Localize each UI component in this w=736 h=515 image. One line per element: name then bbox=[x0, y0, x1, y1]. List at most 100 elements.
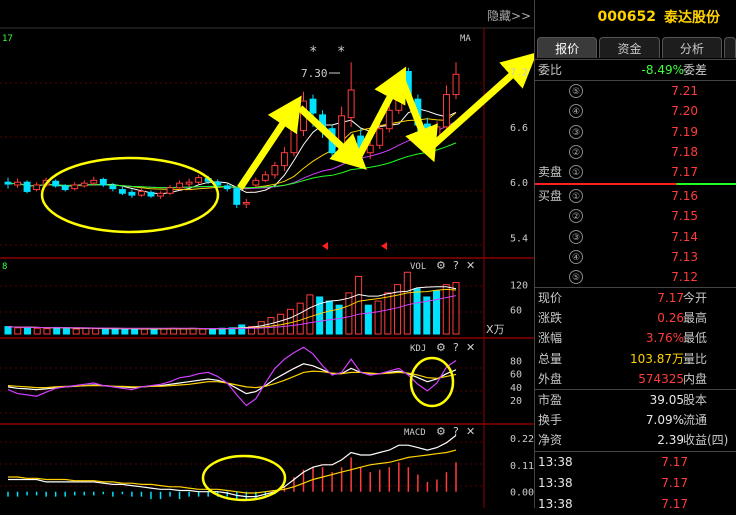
candle-body[interactable] bbox=[147, 191, 155, 197]
candle-body[interactable] bbox=[157, 192, 164, 197]
candle-body[interactable] bbox=[309, 98, 317, 114]
volume-bar[interactable] bbox=[316, 296, 324, 335]
candle-body[interactable] bbox=[4, 181, 12, 185]
volume-bar[interactable] bbox=[33, 327, 41, 335]
bids-price[interactable]: 7.14 bbox=[671, 227, 698, 247]
volume-bar[interactable] bbox=[111, 328, 119, 335]
volume-bar[interactable] bbox=[364, 304, 372, 335]
candle-body[interactable] bbox=[137, 190, 145, 196]
candle-body[interactable] bbox=[166, 187, 174, 194]
volume-bar[interactable] bbox=[199, 328, 207, 335]
price-panel-title[interactable]: MA bbox=[460, 34, 471, 44]
kdj-panel-title[interactable]: KDJ bbox=[410, 344, 426, 354]
asks-price[interactable]: 7.18 bbox=[671, 142, 698, 162]
candle-body[interactable] bbox=[61, 185, 69, 191]
tab-analysis[interactable]: 分析 bbox=[661, 37, 723, 58]
candle-body[interactable] bbox=[109, 185, 117, 190]
candle-body[interactable] bbox=[128, 191, 136, 196]
tick-list[interactable]: 13:38 7.17 13:38 7.17 13:38 7.17 bbox=[535, 452, 736, 515]
volume-bar[interactable] bbox=[238, 324, 246, 335]
candle-body[interactable] bbox=[23, 181, 31, 192]
tab-more[interactable] bbox=[724, 37, 736, 58]
asks-price[interactable]: 7.19 bbox=[671, 122, 698, 142]
candle-body[interactable] bbox=[443, 94, 450, 128]
volume-bar[interactable] bbox=[179, 328, 187, 335]
candle-body[interactable] bbox=[185, 181, 193, 185]
candle-body[interactable] bbox=[195, 177, 203, 183]
candle-body[interactable] bbox=[233, 188, 241, 205]
candle-body[interactable] bbox=[366, 144, 374, 154]
vol-tools[interactable]: ⚙ ? ✕ bbox=[436, 259, 475, 272]
candle-body[interactable] bbox=[347, 89, 355, 119]
volume-bar[interactable] bbox=[423, 296, 431, 335]
volume-bar[interactable] bbox=[92, 328, 100, 335]
asks-price[interactable]: 7.17 bbox=[671, 162, 698, 182]
volume-bar[interactable] bbox=[442, 284, 450, 335]
volume-bar[interactable] bbox=[433, 290, 441, 335]
bids-price[interactable]: 7.12 bbox=[671, 267, 698, 287]
vol-panel-title[interactable]: VOL bbox=[410, 262, 426, 272]
vol-gear-icon[interactable]: ⚙ bbox=[436, 259, 446, 272]
volume-bar[interactable] bbox=[150, 328, 158, 335]
macd-gear-icon[interactable]: ⚙ bbox=[436, 425, 446, 438]
candle-body[interactable] bbox=[118, 189, 126, 194]
candle-body[interactable] bbox=[252, 179, 260, 186]
tab-quote[interactable]: 报价 bbox=[537, 37, 598, 58]
volume-bar[interactable] bbox=[72, 328, 80, 335]
volume-bar[interactable] bbox=[23, 326, 31, 335]
volume-bar[interactable] bbox=[325, 300, 333, 335]
candle-body[interactable] bbox=[99, 178, 107, 186]
volume-bar[interactable] bbox=[140, 328, 148, 335]
bids-price[interactable]: 7.16 bbox=[671, 186, 698, 206]
volume-bar[interactable] bbox=[209, 328, 217, 335]
volume-bar[interactable] bbox=[413, 288, 421, 335]
macd-close-icon[interactable]: ✕ bbox=[466, 425, 475, 438]
volume-bar[interactable] bbox=[53, 326, 61, 335]
candle-body[interactable] bbox=[280, 152, 288, 167]
vol-help-icon[interactable]: ? bbox=[453, 259, 459, 272]
candle-body[interactable] bbox=[242, 201, 250, 205]
volume-bar[interactable] bbox=[374, 300, 382, 335]
candle-body[interactable] bbox=[261, 174, 269, 181]
volume-bar[interactable] bbox=[306, 294, 314, 335]
asks-price[interactable]: 7.20 bbox=[671, 101, 698, 121]
candle-body[interactable] bbox=[385, 109, 393, 130]
asks-price[interactable]: 7.21 bbox=[671, 81, 698, 101]
candle-body[interactable] bbox=[80, 182, 88, 187]
bids-price[interactable]: 7.13 bbox=[671, 247, 698, 267]
candle-body[interactable] bbox=[271, 165, 279, 176]
volume-bar[interactable] bbox=[43, 328, 51, 335]
candle-body[interactable] bbox=[71, 184, 79, 190]
candle-body[interactable] bbox=[376, 128, 384, 146]
volume-bar[interactable] bbox=[286, 308, 294, 335]
volume-bar[interactable] bbox=[82, 327, 90, 335]
hide-toggle[interactable]: 隐藏>> bbox=[487, 9, 531, 23]
candle-body[interactable] bbox=[90, 179, 98, 184]
candle-body[interactable] bbox=[290, 128, 298, 154]
volume-bar[interactable] bbox=[384, 292, 392, 335]
kdj-close-icon[interactable]: ✕ bbox=[466, 341, 475, 354]
volume-bar[interactable] bbox=[131, 328, 139, 335]
volume-bar[interactable] bbox=[296, 302, 304, 335]
candle-body[interactable] bbox=[33, 184, 41, 191]
candle-body[interactable] bbox=[452, 73, 460, 96]
bids-price[interactable]: 7.15 bbox=[671, 206, 698, 226]
chart-area[interactable]: 隐藏>> 17 MA 7.30 * * 8 VOL X万 KDJ MACD ⚙ … bbox=[0, 0, 538, 508]
volume-bar[interactable] bbox=[4, 326, 12, 335]
kdj-help-icon[interactable]: ? bbox=[453, 341, 459, 354]
macd-tools[interactable]: ⚙ ? ✕ bbox=[436, 425, 475, 438]
tab-funds[interactable]: 资金 bbox=[599, 37, 660, 58]
candle-body[interactable] bbox=[223, 185, 231, 190]
volume-bar[interactable] bbox=[101, 328, 109, 335]
volume-bar[interactable] bbox=[403, 271, 411, 335]
candle-body[interactable] bbox=[176, 182, 184, 189]
macd-help-icon[interactable]: ? bbox=[453, 425, 459, 438]
kdj-gear-icon[interactable]: ⚙ bbox=[436, 341, 446, 354]
kdj-tools[interactable]: ⚙ ? ✕ bbox=[436, 341, 475, 354]
macd-panel-title[interactable]: MACD bbox=[404, 428, 426, 438]
volume-bar[interactable] bbox=[355, 275, 363, 335]
volume-bar[interactable] bbox=[62, 327, 70, 335]
volume-bar[interactable] bbox=[121, 328, 129, 335]
vol-close-icon[interactable]: ✕ bbox=[466, 259, 475, 272]
volume-bar[interactable] bbox=[160, 328, 168, 335]
